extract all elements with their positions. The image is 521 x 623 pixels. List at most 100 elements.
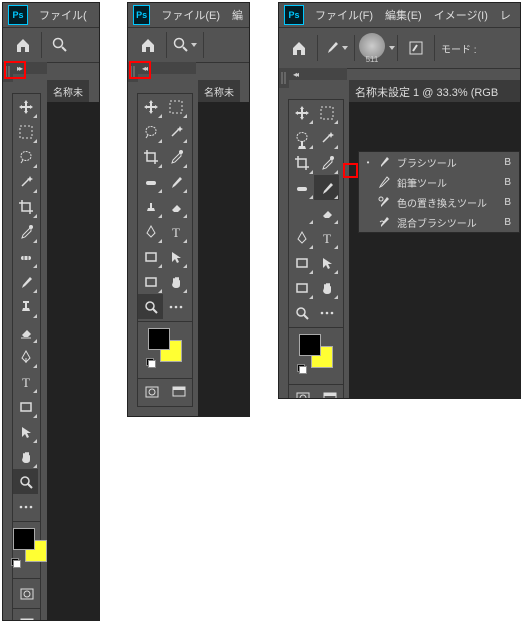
path-select-tool[interactable] [163, 244, 188, 269]
menu-layer[interactable]: レ [494, 7, 517, 23]
home-icon[interactable] [9, 31, 37, 59]
options-bar: 511 モード : [279, 28, 520, 69]
default-colors-icon[interactable] [11, 558, 21, 568]
panel-tab-handle[interactable] [279, 68, 289, 88]
flyout-check-mark: • [363, 158, 373, 167]
quickmask-icon[interactable] [14, 581, 39, 606]
quickmask-icon[interactable] [145, 385, 159, 402]
hand-tool[interactable] [13, 444, 38, 469]
separator [317, 35, 318, 61]
flyout-item-brush[interactable]: • ブラシツール B [359, 152, 519, 172]
zoom-tool[interactable] [138, 294, 163, 319]
foreground-color[interactable] [13, 528, 35, 550]
menu-image[interactable]: イメージ(I) [428, 7, 494, 23]
type-tool[interactable]: T [314, 225, 339, 250]
flyout-item-color-replace[interactable]: 色の置き換えツール B [359, 192, 519, 212]
flyout-label: 鉛筆ツール [397, 175, 447, 190]
rectangle-tool[interactable] [13, 394, 38, 419]
toolbox-expand-arrows[interactable]: ▸▸ [13, 62, 47, 74]
move-tool[interactable] [289, 100, 314, 125]
clone-stamp-tool[interactable] [138, 194, 163, 219]
toolbox-collapse-arrows[interactable]: ◂◂ [138, 62, 196, 74]
crop-tool[interactable] [138, 144, 163, 169]
marquee-tool[interactable] [13, 119, 38, 144]
zoom-icon[interactable] [171, 31, 199, 59]
panel-tab-handle[interactable] [3, 62, 13, 82]
zoom-tool[interactable] [13, 469, 38, 494]
eraser-tool[interactable] [314, 200, 339, 225]
healing-brush-tool[interactable] [138, 169, 163, 194]
pen-tool[interactable] [138, 219, 163, 244]
menu-file[interactable]: ファイル( [33, 7, 93, 23]
tool-preset-brush-icon[interactable] [322, 34, 350, 62]
more-tools[interactable] [163, 294, 188, 319]
flyout-item-pencil[interactable]: 鉛筆ツール B [359, 172, 519, 192]
toolbox-collapse-arrows[interactable]: ◂◂ [289, 68, 347, 80]
eyedropper-tool[interactable] [314, 150, 339, 175]
clone-stamp-tool[interactable] [13, 294, 38, 319]
foreground-color[interactable] [299, 334, 321, 356]
eyedropper-tool[interactable] [13, 219, 38, 244]
menu-edit[interactable]: 編 [226, 7, 249, 23]
more-tools[interactable] [314, 300, 339, 325]
quickmask-icon[interactable] [296, 391, 310, 399]
type-tool[interactable]: T [163, 219, 188, 244]
magic-wand-tool[interactable] [163, 119, 188, 144]
move-tool[interactable] [13, 94, 38, 119]
brush-tool[interactable] [314, 175, 339, 200]
window-panel-2: Ps ファイル(E) 編 ◂◂ 名称未 T [127, 2, 250, 417]
home-icon[interactable] [134, 31, 162, 59]
screenmode-icon[interactable] [172, 385, 186, 402]
artboard-tool[interactable] [289, 275, 314, 300]
foreground-color[interactable] [148, 328, 170, 350]
hand-tool[interactable] [163, 269, 188, 294]
screenmode-icon[interactable] [14, 611, 39, 621]
rectangle-tool[interactable] [138, 244, 163, 269]
brush-tool[interactable] [163, 169, 188, 194]
menu-file[interactable]: ファイル(F) [309, 7, 379, 23]
more-tools[interactable] [13, 494, 38, 519]
marquee-tool[interactable] [163, 94, 188, 119]
svg-text:T: T [323, 231, 331, 246]
chevron-down-icon[interactable] [389, 46, 395, 50]
hand-tool[interactable] [314, 275, 339, 300]
menubar: Ps ファイル(F) 編集(E) イメージ(I) レ [279, 3, 520, 28]
eyedropper-tool[interactable] [163, 144, 188, 169]
zoom-tool[interactable] [289, 300, 314, 325]
pen-tool[interactable] [289, 225, 314, 250]
type-tool[interactable]: T [13, 369, 38, 394]
default-colors-icon[interactable] [297, 364, 307, 374]
path-select-tool[interactable] [13, 419, 38, 444]
crop-tool[interactable] [13, 194, 38, 219]
lasso-tool[interactable] [13, 144, 38, 169]
eraser-tool[interactable] [13, 319, 38, 344]
clone-stamp-tool[interactable] [289, 200, 314, 225]
move-tool[interactable] [138, 94, 163, 119]
artboard-tool[interactable] [138, 269, 163, 294]
magic-wand-tool[interactable] [13, 169, 38, 194]
path-select-tool[interactable] [314, 250, 339, 275]
zoom-icon[interactable] [46, 31, 74, 59]
rectangle-tool[interactable] [289, 250, 314, 275]
menu-edit[interactable]: 編集(E) [379, 7, 428, 23]
screenmode-icon[interactable] [323, 391, 337, 399]
flyout-item-mixer-brush[interactable]: 混合ブラシツール B [359, 212, 519, 232]
lasso-tool[interactable] [138, 119, 163, 144]
pen-tool[interactable] [13, 344, 38, 369]
color-swatch[interactable] [299, 334, 333, 368]
magic-wand-tool[interactable] [314, 125, 339, 150]
pencil-icon [375, 176, 393, 188]
brush-panel-icon[interactable] [402, 34, 430, 62]
home-icon[interactable] [285, 34, 313, 62]
eraser-tool[interactable] [163, 194, 188, 219]
healing-brush-tool[interactable] [13, 244, 38, 269]
default-colors-icon[interactable] [146, 358, 156, 368]
menu-file[interactable]: ファイル(E) [155, 7, 226, 23]
color-swatch[interactable] [13, 528, 47, 562]
brush-tool[interactable] [13, 269, 38, 294]
panel-tab-handle[interactable] [128, 62, 138, 82]
marquee-tool[interactable] [314, 100, 339, 125]
color-swatch[interactable] [148, 328, 182, 362]
brush-preview[interactable]: 511 [359, 33, 385, 64]
mixer-brush-icon [375, 216, 393, 228]
